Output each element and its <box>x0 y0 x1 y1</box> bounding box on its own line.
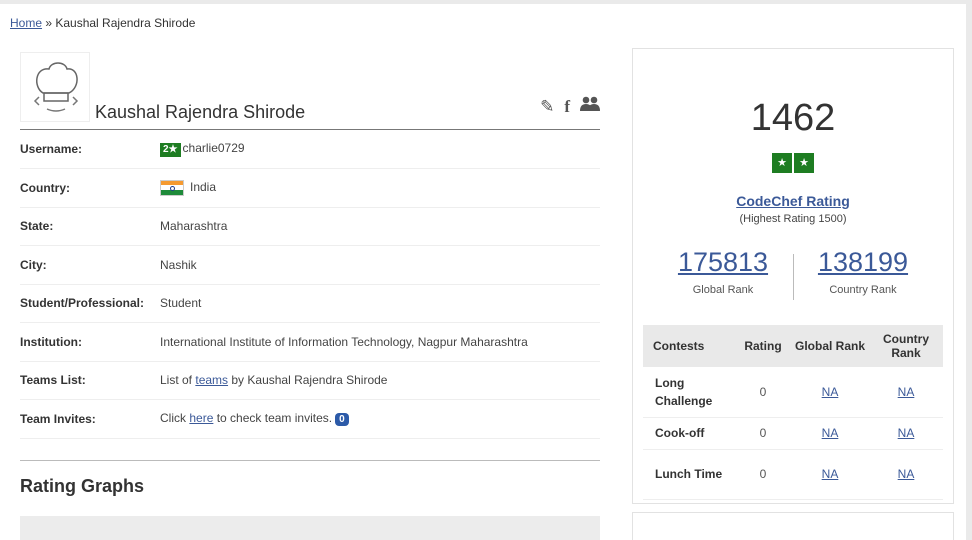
contest-global-rank-link[interactable]: NA <box>822 385 839 399</box>
institution-value: International Institute of Information T… <box>160 322 600 362</box>
profile-section: Kaushal Rajendra Shirode ✎ f Username: 2… <box>20 48 600 439</box>
global-rank-link[interactable]: 175813 <box>678 247 768 277</box>
country-rank-label: Country Rank <box>829 284 897 296</box>
rating-graph-container <box>20 516 600 540</box>
rating-stars: ★ ★ <box>772 153 814 173</box>
contest-country-rank-link[interactable]: NA <box>898 426 915 440</box>
contest-global-rank-link[interactable]: NA <box>822 426 839 440</box>
star-badge: 2★ <box>160 143 181 157</box>
avatar <box>20 52 90 122</box>
profile-header: Kaushal Rajendra Shirode ✎ f <box>20 48 600 130</box>
facebook-icon[interactable]: f <box>564 97 570 117</box>
country-rank-link[interactable]: 138199 <box>818 247 908 277</box>
table-row: Lunch Time 0 NA NA <box>643 449 943 500</box>
field-label: Institution: <box>20 322 160 362</box>
page: Home » Kaushal Rajendra Shirode Kaushal … <box>0 4 966 540</box>
table-row: Institution: International Institute of … <box>20 322 600 362</box>
codechef-rating-link[interactable]: CodeChef Rating <box>736 193 850 209</box>
username-value: charlie0729 <box>182 141 245 155</box>
chef-hat-icon <box>33 62 79 112</box>
country-value: India <box>190 179 217 194</box>
table-row: Country: India <box>20 168 600 208</box>
profile-actions: ✎ f <box>540 96 600 117</box>
table-row: Teams List: List of teams by Kaushal Raj… <box>20 361 600 400</box>
occupation-value: Student <box>160 284 600 323</box>
contest-country-rank-link[interactable]: NA <box>898 385 915 399</box>
profile-details-table: Username: 2★ charlie0729 Country: India S… <box>20 130 600 439</box>
global-rank-label: Global Rank <box>692 284 754 296</box>
rating-value: 1462 <box>750 97 836 139</box>
profile-name: Kaushal Rajendra Shirode <box>95 102 306 122</box>
contest-name: Lunch Time <box>643 449 735 500</box>
table-row: City: Nashik <box>20 245 600 285</box>
header-rating: Rating <box>735 325 791 367</box>
field-label: State: <box>20 207 160 246</box>
rating-graphs-section: Rating Graphs <box>20 460 600 497</box>
india-flag-icon <box>160 179 184 196</box>
contest-global-rank-link[interactable]: NA <box>822 467 839 481</box>
breadcrumb-home-link[interactable]: Home <box>10 16 42 30</box>
field-label: Username: <box>20 130 160 169</box>
contest-rating: 0 <box>735 367 791 418</box>
secondary-panel <box>632 512 954 540</box>
table-row: Username: 2★ charlie0729 <box>20 130 600 169</box>
contest-name: Cook-off <box>643 417 735 450</box>
state-value: Maharashtra <box>160 207 600 246</box>
rating-panel: 1462 ★ ★ CodeChef Rating (Highest Rating… <box>632 48 954 504</box>
pencil-icon[interactable]: ✎ <box>540 97 554 117</box>
contest-name: Long Challenge <box>643 367 735 418</box>
country-rank-block: 138199 Country Rank <box>783 247 943 296</box>
invite-count-badge[interactable]: 0 <box>335 413 349 427</box>
city-value: Nashik <box>160 245 600 285</box>
breadcrumb-current: Kaushal Rajendra Shirode <box>55 16 196 30</box>
contest-rating: 0 <box>735 449 791 500</box>
star-icon: ★ <box>794 153 814 173</box>
contest-rating: 0 <box>735 417 791 450</box>
users-icon[interactable] <box>580 96 600 117</box>
breadcrumb: Home » Kaushal Rajendra Shirode <box>10 16 195 30</box>
contests-table: Contests Rating Global Rank Country Rank… <box>643 325 943 500</box>
team-invites-link[interactable]: here <box>189 411 213 425</box>
teams-link[interactable]: teams <box>195 373 228 387</box>
field-label: Student/Professional: <box>20 284 160 323</box>
field-label: Team Invites: <box>20 399 160 439</box>
table-row: Student/Professional: Student <box>20 284 600 323</box>
star-icon: ★ <box>772 153 792 173</box>
header-country-rank: Country Rank <box>869 325 943 367</box>
global-rank-block: 175813 Global Rank <box>643 247 803 296</box>
rating-graphs-title: Rating Graphs <box>20 476 145 496</box>
highest-rating: (Highest Rating 1500) <box>739 213 847 225</box>
header-contests: Contests <box>643 325 735 367</box>
field-label: Country: <box>20 168 160 208</box>
contest-country-rank-link[interactable]: NA <box>898 467 915 481</box>
table-row: Team Invites: Click here to check team i… <box>20 399 600 439</box>
field-label: Teams List: <box>20 361 160 400</box>
breadcrumb-separator: » <box>42 16 56 30</box>
header-global-rank: Global Rank <box>791 325 869 367</box>
table-header-row: Contests Rating Global Rank Country Rank <box>643 325 943 367</box>
table-row: State: Maharashtra <box>20 207 600 246</box>
table-row: Long Challenge 0 NA NA <box>643 367 943 418</box>
field-label: City: <box>20 245 160 285</box>
table-row: Cook-off 0 NA NA <box>643 417 943 450</box>
